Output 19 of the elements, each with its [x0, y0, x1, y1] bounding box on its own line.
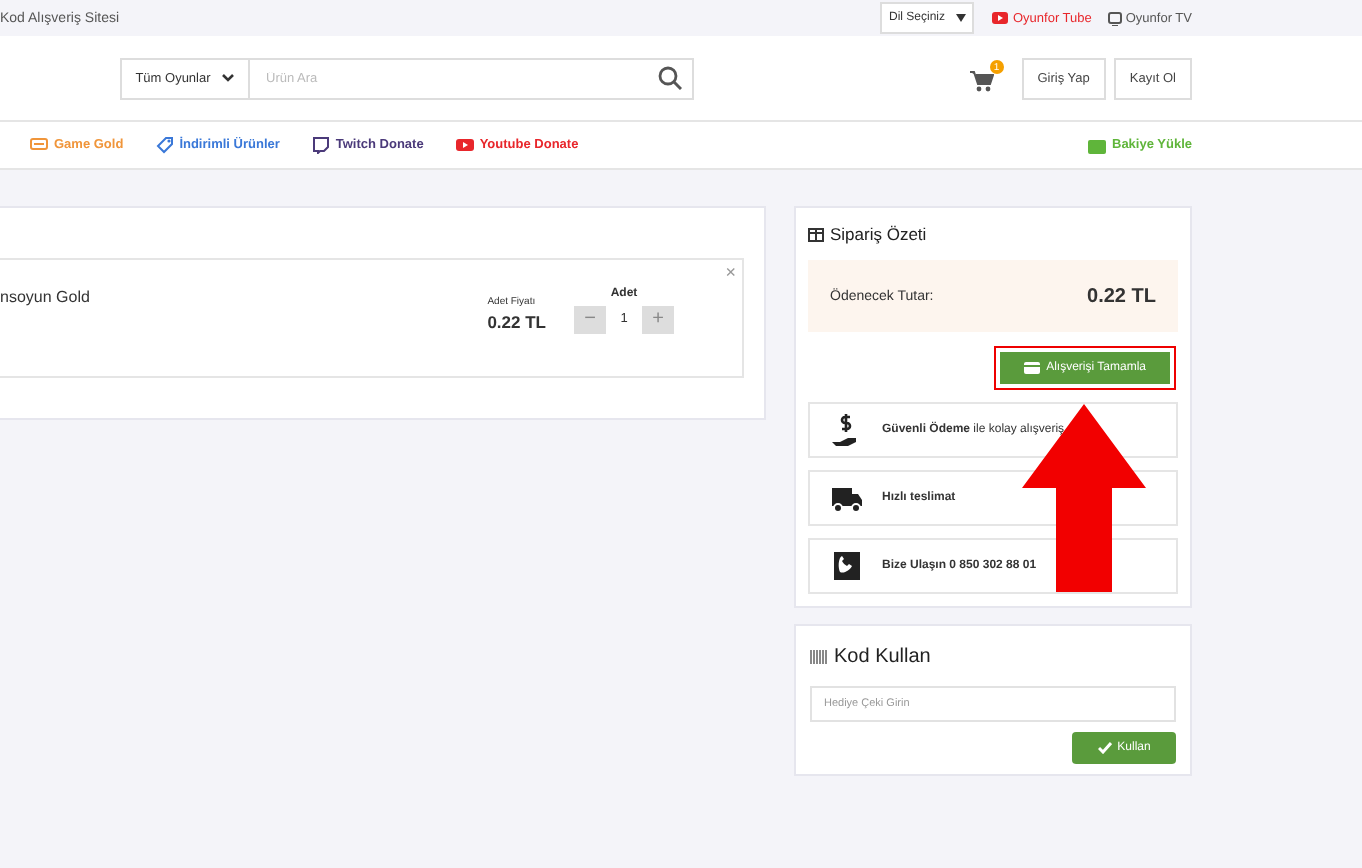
check-icon: [1097, 742, 1112, 754]
card-icon: [1024, 362, 1041, 374]
screen-icon: [1107, 11, 1122, 25]
card-title: Sipariş Özeti: [830, 224, 927, 244]
phone-icon: [830, 549, 864, 583]
cart-icon: [969, 70, 994, 92]
box-icon: [808, 226, 824, 242]
decrease-button[interactable]: −: [574, 306, 606, 334]
chevron-icon: [222, 74, 235, 82]
unit-price: 0.22 TL: [487, 312, 546, 332]
play-icon: [992, 12, 1009, 24]
barcode-icon: [810, 649, 828, 663]
card-title: Kod Kullan: [834, 645, 931, 667]
caret-icon: [956, 14, 967, 22]
total-amount: 0.22 TL: [1087, 285, 1156, 307]
remove-button[interactable]: ×: [725, 264, 736, 282]
search-icon: [658, 66, 682, 90]
product-name: nsoyun Gold: [0, 288, 90, 306]
increase-button[interactable]: +: [642, 306, 674, 334]
